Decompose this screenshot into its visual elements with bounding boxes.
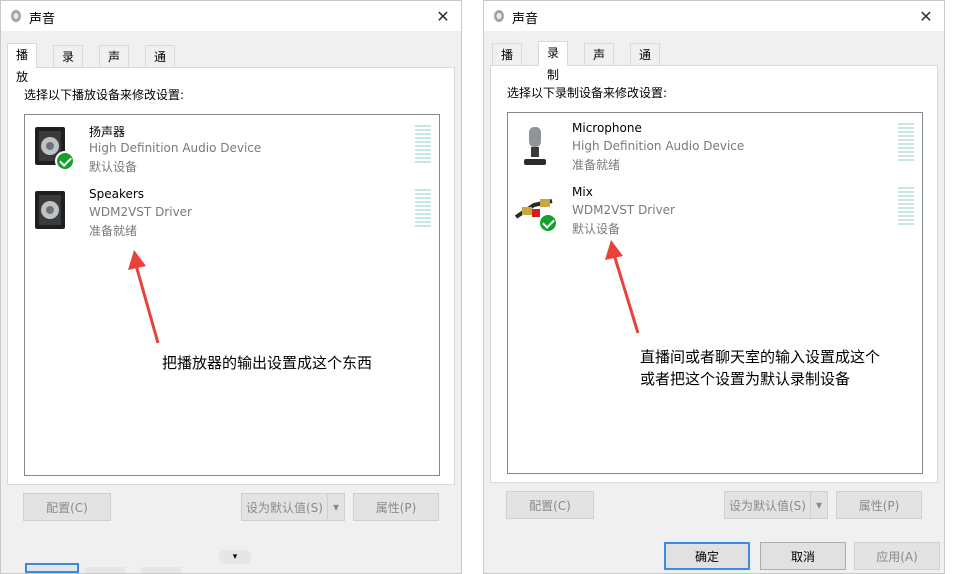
tab-sounds[interactable]: 声音 (584, 43, 615, 84)
cancel-button[interactable]: 取消 (760, 542, 846, 570)
chevron-down-icon: ▾ (815, 498, 823, 512)
tab-recording[interactable]: 录制 (538, 41, 569, 82)
configure-button[interactable]: 配置(C) (506, 491, 594, 519)
tab-playback[interactable]: 播放 (492, 43, 523, 84)
set-default-dropdown[interactable]: ▾ (327, 493, 345, 521)
microphone-device-icon (524, 127, 546, 165)
device-status: 准备就绪 (89, 224, 138, 238)
properties-button[interactable]: 属性(P) (353, 493, 439, 521)
set-default-button[interactable]: 设为默认值(S) (724, 491, 810, 519)
speaker-app-icon (11, 10, 21, 22)
taskbar-thumb[interactable] (141, 567, 181, 573)
device-name: Microphone (572, 121, 642, 135)
device-item[interactable]: Microphone High Definition Audio Device … (508, 117, 922, 179)
tab-panel: 选择以下播放设备来修改设置: 扬声器 High Definition Audio… (7, 67, 455, 485)
device-status: 默认设备 (89, 160, 138, 174)
device-driver: High Definition Audio Device (572, 139, 745, 153)
tab-recording[interactable]: 录制 (53, 45, 84, 86)
sound-dialog-playback: 声音 ✕ 播放 录制 声音 通信 选择以下播放设备来修改设置: 扬声器 High… (0, 0, 462, 574)
level-meter (415, 189, 431, 229)
set-default-button[interactable]: 设为默认值(S) (241, 493, 327, 521)
sound-dialog-recording: 声音 ✕ 播放 录制 声音 通信 选择以下录制设备来修改设置: Micropho… (483, 0, 945, 574)
device-driver: WDM2VST Driver (572, 203, 675, 217)
device-list[interactable]: Microphone High Definition Audio Device … (507, 112, 923, 474)
annotation-recording: 直播间或者聊天室的输入设置成这个 或者把这个设置为默认录制设备 (640, 346, 880, 390)
title-bar[interactable]: 声音 ✕ (1, 1, 461, 31)
tab-communications[interactable]: 通信 (630, 43, 661, 84)
chevron-down-icon: ▾ (332, 500, 340, 514)
level-meter (898, 123, 914, 163)
device-name: 扬声器 (89, 125, 126, 139)
level-meter (898, 187, 914, 227)
device-driver: WDM2VST Driver (89, 205, 192, 219)
taskbar-thumb[interactable] (85, 567, 125, 573)
title-bar[interactable]: 声音 ✕ (484, 1, 944, 31)
apply-button[interactable]: 应用(A) (854, 542, 940, 570)
annotation-playback: 把播放器的输出设置成这个东西 (162, 354, 373, 372)
annotation-line: 直播间或者聊天室的输入设置成这个 (640, 348, 881, 366)
configure-button[interactable]: 配置(C) (23, 493, 111, 521)
device-status: 默认设备 (572, 222, 621, 236)
instruction-text: 选择以下录制设备来修改设置: (507, 86, 668, 100)
device-driver: High Definition Audio Device (89, 141, 262, 155)
window-title: 声音 (29, 12, 56, 27)
device-item[interactable]: Speakers WDM2VST Driver 准备就绪 (25, 183, 439, 245)
instruction-text: 选择以下播放设备来修改设置: (24, 88, 185, 102)
device-name: Mix (572, 185, 593, 199)
level-meter (415, 125, 431, 165)
speaker-device-icon (35, 191, 65, 229)
close-button[interactable]: ✕ (425, 1, 461, 31)
device-item[interactable]: Mix WDM2VST Driver 默认设备 (508, 181, 922, 243)
device-list[interactable]: 扬声器 High Definition Audio Device 默认设备 Sp… (24, 114, 440, 476)
tab-panel: 选择以下录制设备来修改设置: Microphone High Definitio… (490, 65, 938, 483)
chevron-down-icon[interactable]: ▾ (219, 550, 251, 564)
default-check-icon (55, 151, 75, 171)
close-icon: ✕ (436, 6, 450, 26)
window-title: 声音 (512, 12, 539, 27)
tab-communications[interactable]: 通信 (145, 45, 176, 86)
annotation-line: 或者把这个设置为默认录制设备 (640, 370, 851, 388)
device-name: Speakers (89, 187, 145, 201)
taskbar-thumb[interactable] (25, 563, 79, 573)
ok-button[interactable]: 确定 (664, 542, 750, 570)
close-button[interactable]: ✕ (908, 1, 944, 31)
device-status: 准备就绪 (572, 158, 621, 172)
tab-sounds[interactable]: 声音 (99, 45, 130, 86)
set-default-dropdown[interactable]: ▾ (810, 491, 828, 519)
speaker-app-icon (494, 10, 504, 22)
default-check-icon (538, 213, 558, 233)
close-icon: ✕ (919, 6, 933, 26)
tab-playback[interactable]: 播放 (7, 43, 38, 84)
properties-button[interactable]: 属性(P) (836, 491, 922, 519)
device-item[interactable]: 扬声器 High Definition Audio Device 默认设备 (25, 119, 439, 181)
